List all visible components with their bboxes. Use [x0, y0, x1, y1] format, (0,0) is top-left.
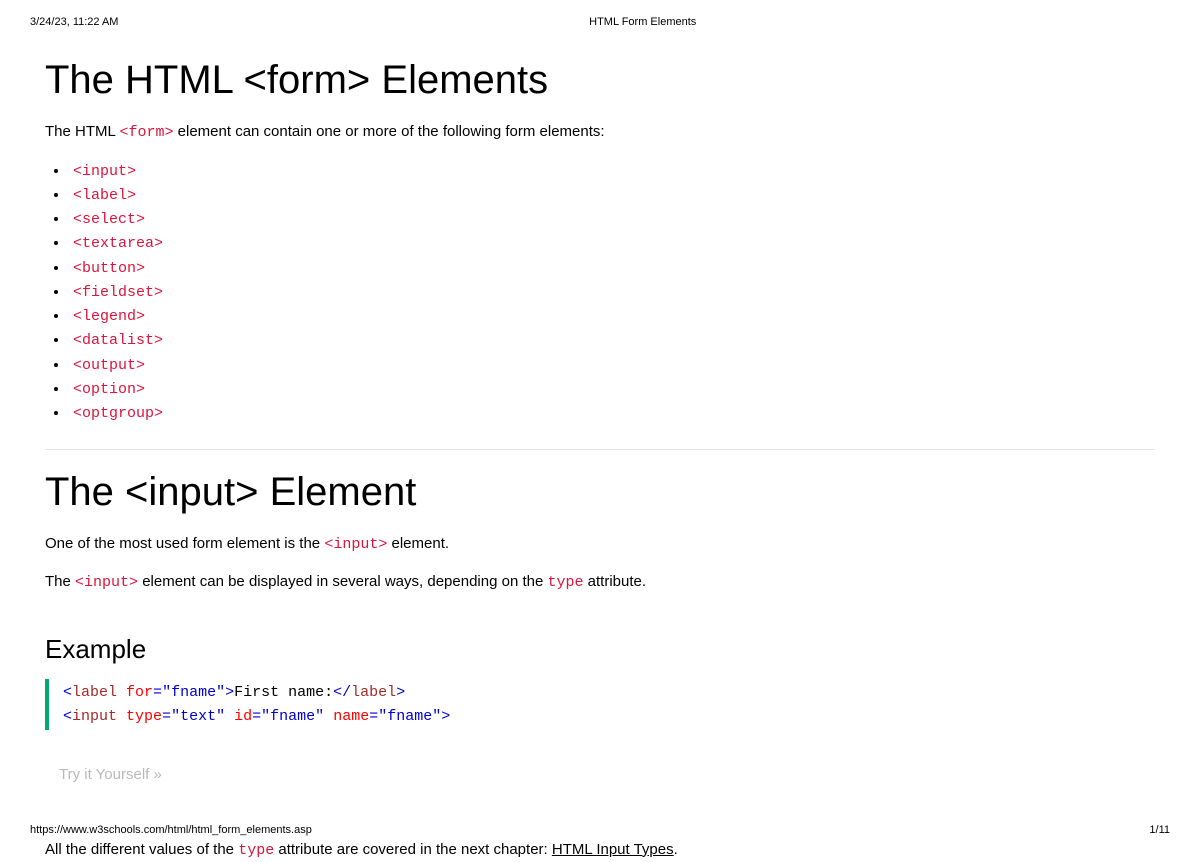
tagname: input	[72, 708, 117, 725]
code-tag: <select>	[73, 211, 145, 228]
code-tag: <datalist>	[73, 332, 163, 349]
val: text	[180, 708, 216, 725]
section-divider	[45, 449, 1155, 450]
heading-form-elements: The HTML <form> Elements	[45, 58, 1155, 103]
q: "	[315, 708, 324, 725]
intro-paragraph: The HTML <form> element can contain one …	[45, 121, 1155, 145]
input-paragraph-2: The <input> element can be displayed in …	[45, 571, 1155, 595]
list-item: <button>	[69, 256, 1155, 280]
print-footer: https://www.w3schools.com/html/html_form…	[0, 824, 1200, 836]
bracket: <	[63, 708, 72, 725]
text: element.	[392, 535, 450, 552]
code-tag: <input>	[73, 163, 136, 180]
val: fname	[171, 684, 216, 701]
print-spacer	[1167, 16, 1170, 28]
code-form-tag: <form>	[119, 124, 173, 141]
intro-prefix: The HTML	[45, 123, 119, 140]
code-tag: <textarea>	[73, 235, 163, 252]
list-item: <label>	[69, 183, 1155, 207]
code-line-1: <label for="fname">First name:</label>	[63, 681, 1155, 704]
heading-input-element: The <input> Element	[45, 470, 1155, 515]
code-tag: <button>	[73, 260, 145, 277]
print-page-number: 1/11	[1149, 824, 1170, 836]
html-input-types-link[interactable]: HTML Input Types	[552, 841, 674, 858]
attr: id	[225, 708, 252, 725]
list-item: <datalist>	[69, 328, 1155, 352]
form-elements-list: <input> <label> <select> <textarea> <but…	[69, 159, 1155, 426]
list-item: <option>	[69, 377, 1155, 401]
code-input-tag: <input>	[75, 574, 138, 591]
code-type-attr: type	[238, 842, 274, 859]
code-tag: <legend>	[73, 308, 145, 325]
list-item: <textarea>	[69, 231, 1155, 255]
text: One of the most used form element is the	[45, 535, 324, 552]
try-it-yourself-button[interactable]: Try it Yourself »	[55, 756, 166, 793]
print-datetime: 3/24/23, 11:22 AM	[30, 16, 118, 28]
list-item: <legend>	[69, 304, 1155, 328]
eq: =	[162, 708, 171, 725]
attr: type	[117, 708, 162, 725]
input-paragraph-1: One of the most used form element is the…	[45, 533, 1155, 557]
bracket: <	[63, 684, 72, 701]
code-example: <label for="fname">First name:</label> <…	[45, 679, 1155, 730]
bracket: >	[396, 684, 405, 701]
code-tag: <option>	[73, 381, 145, 398]
text: The	[45, 573, 75, 590]
print-url: https://www.w3schools.com/html/html_form…	[30, 824, 312, 836]
eq: =	[252, 708, 261, 725]
q: "	[171, 708, 180, 725]
intro-suffix: element can contain one or more of the f…	[178, 123, 605, 140]
list-item: <output>	[69, 353, 1155, 377]
eq: =	[369, 708, 378, 725]
text: attribute.	[588, 573, 646, 590]
code-type-attr: type	[547, 574, 583, 591]
list-item: <select>	[69, 207, 1155, 231]
code-tag: <label>	[73, 187, 136, 204]
code-tag: <output>	[73, 357, 145, 374]
print-title: HTML Form Elements	[589, 16, 696, 28]
text: .	[674, 841, 678, 858]
text: element can be displayed in several ways…	[142, 573, 547, 590]
list-item: <input>	[69, 159, 1155, 183]
text: First name:	[234, 684, 333, 701]
q: "	[261, 708, 270, 725]
val: fname	[270, 708, 315, 725]
print-header: 3/24/23, 11:22 AM HTML Form Elements	[0, 0, 1200, 32]
list-item: <fieldset>	[69, 280, 1155, 304]
bracket: >	[441, 708, 450, 725]
q: "	[432, 708, 441, 725]
code-input-tag: <input>	[324, 536, 387, 553]
tagname: label	[72, 684, 117, 701]
code-line-2: <input type="text" id="fname" name="fnam…	[63, 705, 1155, 728]
q: "	[378, 708, 387, 725]
code-tag: <fieldset>	[73, 284, 163, 301]
eq: =	[153, 684, 162, 701]
closing-paragraph: All the different values of the type att…	[45, 839, 1155, 862]
example-heading: Example	[45, 634, 1155, 665]
q: "	[216, 684, 225, 701]
attr: name	[324, 708, 369, 725]
bracket: >	[225, 684, 234, 701]
text: All the different values of the	[45, 841, 238, 858]
code-tag: <optgroup>	[73, 405, 163, 422]
tagname: label	[351, 684, 396, 701]
bracket: </	[333, 684, 351, 701]
text: attribute are covered in the next chapte…	[278, 841, 552, 858]
val: fname	[387, 708, 432, 725]
q: "	[216, 708, 225, 725]
q: "	[162, 684, 171, 701]
attr: for	[117, 684, 153, 701]
list-item: <optgroup>	[69, 401, 1155, 425]
